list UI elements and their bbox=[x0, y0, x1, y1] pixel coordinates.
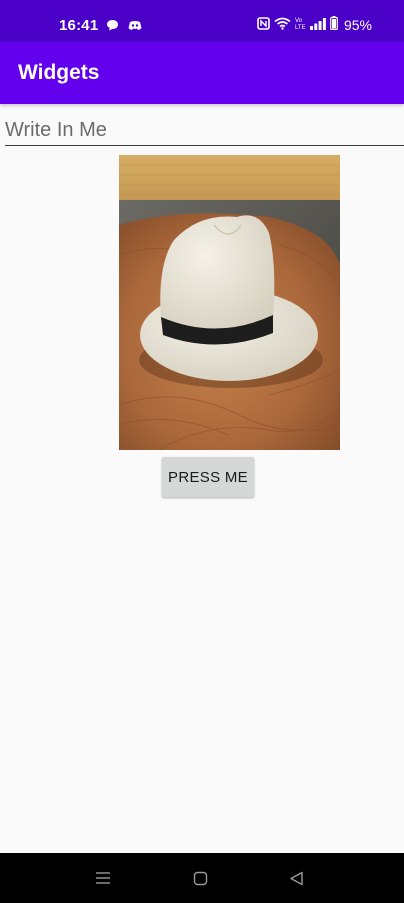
wifi-icon bbox=[274, 17, 291, 33]
app-bar: Widgets bbox=[0, 42, 404, 104]
navigation-bar bbox=[0, 853, 404, 903]
hat-photo bbox=[119, 155, 340, 450]
home-icon[interactable] bbox=[189, 867, 211, 889]
app-title: Widgets bbox=[18, 61, 100, 84]
status-bar: 16:41 Vo LTE 95% bbox=[0, 0, 404, 42]
svg-text:Vo: Vo bbox=[295, 18, 303, 24]
status-time: 16:41 bbox=[59, 17, 99, 34]
chat-bubble-icon bbox=[106, 18, 119, 36]
notification-icons bbox=[106, 18, 142, 36]
battery-level: 95% bbox=[343, 16, 372, 33]
nfc-icon bbox=[257, 16, 270, 33]
volte-icon: Vo LTE bbox=[295, 16, 306, 33]
menu-icon[interactable] bbox=[92, 867, 114, 889]
signal-icon bbox=[309, 17, 326, 33]
write-in-me-input[interactable] bbox=[5, 112, 404, 146]
discord-icon bbox=[128, 18, 142, 36]
system-status-icons: Vo LTE 95% bbox=[257, 16, 372, 33]
svg-text:LTE: LTE bbox=[295, 25, 306, 30]
back-icon[interactable] bbox=[285, 867, 307, 889]
battery-icon bbox=[330, 16, 338, 33]
press-me-button[interactable]: PRESS ME bbox=[162, 457, 254, 497]
app-screen: 16:41 Vo LTE 95% Widgets Write In Me PRE… bbox=[0, 0, 404, 903]
